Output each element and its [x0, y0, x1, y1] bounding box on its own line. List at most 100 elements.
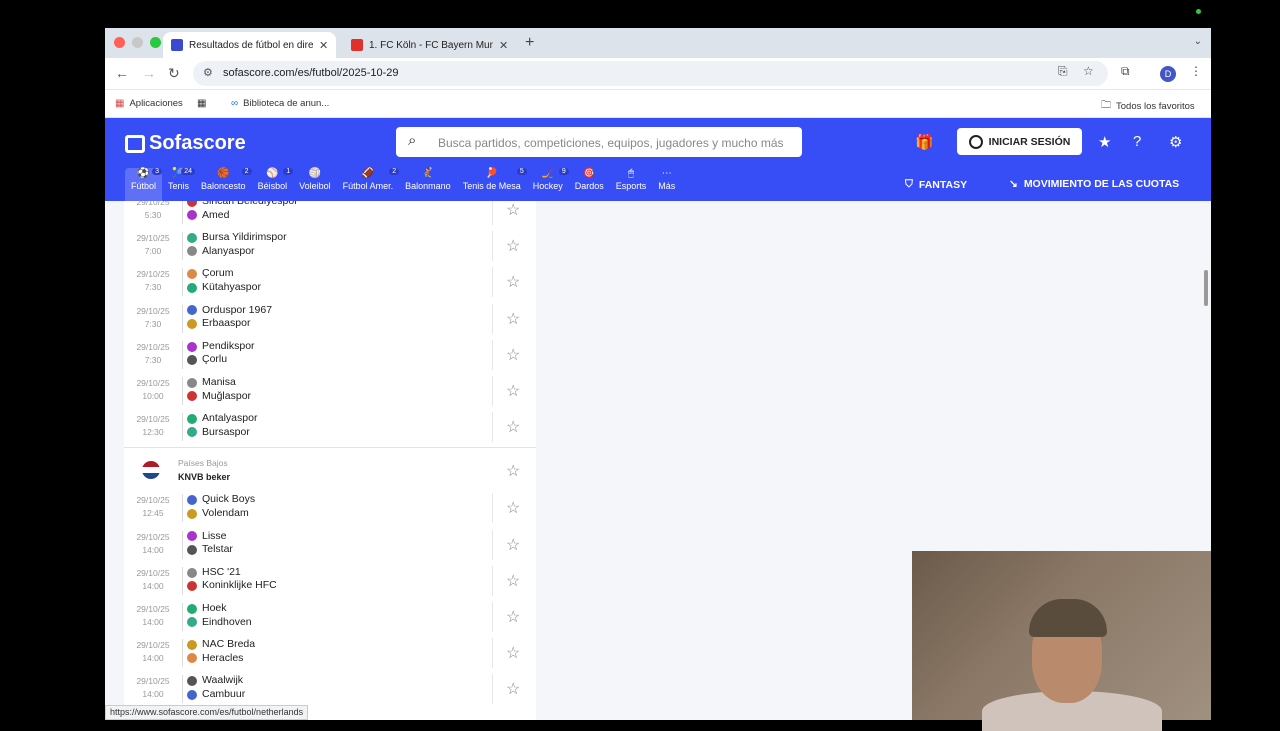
match-row[interactable]: 29/10/25 7:30 Pendikspor Çorlu ☆: [124, 337, 536, 373]
favorite-star-icon[interactable]: ☆: [506, 309, 520, 329]
match-datetime: 29/10/25 7:30: [133, 305, 173, 331]
match-teams: Orduspor 1967 Erbaaspor: [187, 304, 272, 331]
favorite-star-icon[interactable]: ☆: [506, 461, 520, 481]
favorite-star-icon[interactable]: ☆: [506, 498, 520, 518]
back-icon[interactable]: ←: [115, 65, 129, 81]
sport-tab[interactable]: 🏈 Fútbol Amer. 2: [337, 168, 400, 201]
bookmark-apps[interactable]: ▦ Aplicaciones: [115, 98, 183, 109]
match-row[interactable]: 29/10/25 12:45 Quick Boys Volendam ☆: [124, 490, 536, 526]
help-icon[interactable]: ?: [1133, 133, 1141, 150]
away-team: Volendam: [187, 507, 255, 521]
match-datetime: 29/10/25 14:00: [133, 603, 173, 629]
sport-tab[interactable]: 🏓 Tenis de Mesa 5: [457, 168, 527, 201]
menu-kebab-icon[interactable]: ⋮: [1190, 64, 1202, 78]
home-team: Lisse: [187, 530, 233, 544]
new-tab-button[interactable]: +: [525, 34, 534, 52]
favorite-star-icon[interactable]: ☆: [506, 345, 520, 365]
extensions-icon[interactable]: ⧉: [1121, 64, 1130, 79]
maximize-window-button[interactable]: [150, 37, 161, 48]
reload-icon[interactable]: ↻: [168, 65, 180, 82]
match-teams: Pendikspor Çorlu: [187, 340, 255, 367]
league-name[interactable]: KNVB beker: [178, 472, 230, 482]
match-time: 7:30: [144, 282, 162, 293]
sport-label: Más: [658, 181, 676, 191]
favorite-star-icon[interactable]: ☆: [506, 236, 520, 256]
sport-tab[interactable]: ⚾ Béisbol 1: [252, 168, 294, 201]
sport-icon: 🤾: [421, 168, 435, 179]
sport-tab[interactable]: 🎯 Dardos: [569, 168, 610, 201]
match-row[interactable]: 29/10/25 12:30 Antalyaspor Bursaspor ☆: [124, 409, 536, 445]
scrollbar[interactable]: [1204, 270, 1208, 306]
sport-tab[interactable]: ⋯ Más: [652, 168, 681, 201]
away-team-name: Kütahyaspor: [202, 280, 261, 293]
close-tab-icon[interactable]: ✕: [319, 39, 328, 52]
match-row[interactable]: 29/10/25 7:30 Orduspor 1967 Erbaaspor ☆: [124, 301, 536, 337]
bookmark-grid[interactable]: ▦: [197, 98, 206, 109]
away-team-name: Amed: [202, 208, 230, 221]
favorite-star-icon[interactable]: ☆: [506, 417, 520, 437]
forward-icon[interactable]: →: [142, 65, 156, 81]
match-row[interactable]: 29/10/25 14:00 Hoek Eindhoven ☆: [124, 599, 536, 635]
bookmark-library[interactable]: ∞ Biblioteca de anun...: [231, 98, 329, 109]
favorite-star-icon[interactable]: ☆: [506, 607, 520, 627]
match-teams: HSC '21 Koninklijke HFC: [187, 566, 277, 593]
match-row[interactable]: 29/10/25 14:00 NAC Breda Heracles ☆: [124, 635, 536, 671]
favorite-star-icon[interactable]: ☆: [506, 679, 520, 699]
url-field[interactable]: ⚙ sofascore.com/es/futbol/2025-10-29: [193, 61, 1108, 86]
browser-tab-active[interactable]: Resultados de fútbol en direc ✕: [163, 32, 337, 58]
search-input[interactable]: ⌕ Busca partidos, competiciones, equipos…: [396, 127, 802, 157]
login-button[interactable]: INICIAR SESIÓN: [957, 128, 1082, 155]
match-date: 29/10/25: [136, 567, 170, 578]
sport-tab[interactable]: 🏒 Hockey 9: [527, 168, 569, 201]
gift-icon[interactable]: 🎁: [915, 133, 934, 151]
away-team-name: Koninklijke HFC: [202, 579, 277, 592]
divider: [492, 267, 493, 298]
close-window-button[interactable]: [114, 37, 125, 48]
site-info-icon[interactable]: ⚙: [203, 66, 213, 79]
team-crest-icon: [187, 603, 197, 614]
match-row[interactable]: 29/10/25 14:00 HSC '21 Koninklijke HFC ☆: [124, 563, 536, 599]
league-header[interactable]: Países Bajos KNVB beker ☆: [124, 453, 536, 489]
sport-tab[interactable]: 🎾 Tenis 24: [162, 168, 196, 201]
browser-tab[interactable]: 1. FC Köln - FC Bayern Munch ✕: [343, 32, 516, 58]
sport-tab[interactable]: 🖱 Esports: [610, 168, 653, 201]
favorite-star-icon[interactable]: ☆: [506, 571, 520, 591]
settings-gear-icon[interactable]: ⚙: [1169, 133, 1182, 151]
match-row[interactable]: 29/10/25 14:00 Waalwijk Cambuur ☆: [124, 671, 536, 707]
sport-tab[interactable]: ⚽ Fútbol 3: [125, 168, 163, 201]
match-row[interactable]: 29/10/25 7:30 Çorum Kütahyaspor ☆: [124, 264, 536, 300]
favorite-star-icon[interactable]: ☆: [506, 201, 520, 220]
favorite-star-icon[interactable]: ☆: [506, 272, 520, 292]
away-team-name: Çorlu: [202, 353, 228, 366]
match-datetime: 29/10/25 7:00: [133, 232, 173, 258]
odds-movement-link[interactable]: ↘ MOVIMIENTO DE LAS CUOTAS: [1009, 178, 1179, 190]
bookmark-all-folder[interactable]: 🗀 Todos los favoritos: [1101, 98, 1195, 115]
sport-tab[interactable]: 🏐 Voleibol: [293, 168, 337, 201]
favorites-star-icon[interactable]: ★: [1098, 133, 1111, 151]
divider: [182, 340, 183, 369]
match-row[interactable]: 29/10/25 7:00 Bursa Yildirimspor Alanyaspor…: [124, 228, 536, 264]
favorite-star-icon[interactable]: ☆: [506, 643, 520, 663]
profile-avatar[interactable]: D: [1160, 66, 1176, 82]
install-app-icon[interactable]: ⎘: [1058, 64, 1068, 79]
team-crest-icon: [187, 427, 197, 438]
sport-tab[interactable]: 🤾 Balonmano: [399, 168, 457, 201]
team-crest-icon: [187, 201, 197, 207]
sport-tab[interactable]: 🏀 Baloncesto 2: [195, 168, 252, 201]
close-tab-icon[interactable]: ✕: [499, 39, 508, 52]
minimize-window-button[interactable]: [132, 37, 143, 48]
bookmark-star-icon[interactable]: ☆: [1083, 64, 1094, 78]
match-date: 29/10/25: [136, 640, 170, 651]
fantasy-link[interactable]: ⛉ FANTASY: [905, 178, 967, 191]
sofascore-logo[interactable]: Sofascore: [125, 132, 246, 155]
favorite-star-icon[interactable]: ☆: [506, 381, 520, 401]
match-row[interactable]: 29/10/25 14:00 Lisse Telstar ☆: [124, 527, 536, 563]
team-crest-icon: [187, 508, 197, 519]
sports-nav: ⚽ Fútbol 3 🎾 Tenis 24 🏀 Baloncesto 2 ⚾ Béisbol 1 🏐 Vo…: [125, 168, 681, 201]
match-row[interactable]: 29/10/25 10:00 Manisa Muğlaspor ☆: [124, 373, 536, 409]
team-crest-icon: [187, 355, 197, 366]
tab-search-icon[interactable]: ⌄: [1194, 36, 1202, 47]
sport-icon: 🏐: [308, 168, 322, 179]
match-row[interactable]: 29/10/25 5:30 Sincan Belediyespor Amed ☆: [124, 201, 536, 228]
favorite-star-icon[interactable]: ☆: [506, 535, 520, 555]
